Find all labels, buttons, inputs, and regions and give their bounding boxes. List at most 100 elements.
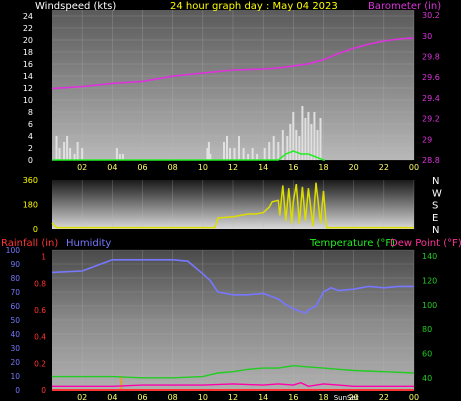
humidity-y-tick: 40	[10, 330, 20, 339]
wind-y-tick: 12	[23, 84, 33, 93]
humidity-x-tick: 14	[258, 393, 268, 401]
compass-label: N	[432, 225, 439, 236]
windspeed-bar	[58, 148, 61, 160]
weather-graph-page: Windspeed (kts) 24 hour graph day : May …	[0, 0, 461, 401]
compass-label: N	[432, 176, 439, 187]
compass-label: E	[432, 213, 438, 224]
windspeed-bar	[115, 148, 118, 160]
wind-y-tick: 18	[23, 48, 33, 57]
humidity-x-tick: 10	[198, 393, 208, 401]
humidity-legend: Humidity	[66, 238, 111, 249]
humidity-y-tick: 0	[15, 386, 20, 395]
wind-y-tick: 2	[28, 144, 33, 153]
humidity-y-tick: 80	[10, 274, 20, 283]
barometer-y-tick: 29	[422, 135, 432, 144]
windspeed-bar	[313, 112, 316, 160]
humidity-x-tick: 16	[288, 393, 298, 401]
humidity-x-tick: 02	[77, 393, 87, 401]
windspeed-bar	[307, 112, 310, 160]
windspeed-bar	[233, 148, 236, 160]
windspeed-bar	[63, 142, 66, 160]
windspeed-bar	[81, 148, 84, 160]
humidity-y-tick: 30	[10, 344, 20, 353]
wind-y-tick: 6	[28, 120, 33, 129]
wind-x-tick: 08	[168, 163, 178, 172]
rainfall-y-tick: 0.6	[34, 306, 46, 315]
graph-title: 24 hour graph day : May 04 2023	[170, 1, 338, 12]
compass-label: W	[432, 188, 442, 199]
wind-y-tick: 8	[28, 108, 33, 117]
rainfall-y-tick: 1	[41, 253, 46, 262]
humidity-y-tick: 10	[10, 372, 20, 381]
sunset-label: SunSet	[334, 394, 359, 401]
humidity-y-tick: 90	[10, 260, 20, 269]
humidity-x-tick: 08	[168, 393, 178, 401]
temperature-y-tick: 100	[422, 301, 437, 310]
wind-x-tick: 02	[77, 163, 87, 172]
windspeed-bar	[272, 136, 275, 160]
windspeed-bar	[66, 136, 69, 160]
wind-x-tick: 12	[228, 163, 238, 172]
humidity-y-tick: 50	[10, 316, 20, 325]
barometer-y-tick: 29.2	[422, 115, 440, 124]
windspeed-bar	[121, 154, 124, 160]
windspeed-bar	[76, 142, 79, 160]
wind-x-tick: 04	[107, 163, 117, 172]
windspeed-bar	[301, 106, 304, 160]
wind-x-tick: 16	[288, 163, 298, 172]
windspeed-bar	[277, 142, 280, 160]
humidity-x-tick: 00	[409, 393, 419, 401]
windspeed-bar	[298, 136, 301, 160]
wind-x-tick: 14	[258, 163, 268, 172]
wind-y-tick: 22	[23, 24, 33, 33]
wind-x-tick: 22	[379, 163, 389, 172]
windspeed-bar	[263, 148, 266, 160]
humidity-x-tick: 18	[318, 393, 328, 401]
wind-y-tick: 0	[28, 156, 33, 165]
wind-x-tick: 10	[198, 163, 208, 172]
weather-graph-svg: Windspeed (kts) 24 hour graph day : May …	[1, 1, 461, 401]
humidity-x-tick: 04	[107, 393, 117, 401]
temperature-y-tick: 60	[422, 349, 432, 358]
wind-y-tick: 24	[23, 12, 33, 21]
wind-y-tick: 4	[28, 132, 33, 141]
humidity-x-tick: 06	[137, 393, 147, 401]
barometer-y-tick: 29.4	[422, 94, 440, 103]
windspeed-bar	[319, 118, 322, 160]
windspeed-bar	[289, 124, 292, 160]
humidity-x-tick: 12	[228, 393, 238, 401]
windspeed-bar	[238, 136, 240, 160]
windspeed-bar	[223, 142, 225, 160]
windspeed-bar	[247, 154, 250, 160]
rainfall-y-tick: 0.4	[34, 333, 46, 342]
wind-x-tick: 20	[349, 163, 359, 172]
windspeed-bar	[242, 148, 245, 160]
wind-y-tick: 10	[23, 96, 33, 105]
humidity-y-tick: 100	[6, 246, 21, 255]
windspeed-bar	[229, 148, 231, 160]
dewpoint-legend: Dew Point (°F)	[390, 238, 461, 249]
windspeed-bar	[55, 136, 58, 160]
temperature-y-tick: 120	[422, 276, 437, 285]
humidity-x-tick: 22	[379, 393, 389, 401]
windspeed-bar	[292, 112, 295, 160]
temperature-legend: Temperature (°F)	[309, 238, 395, 249]
barometer-y-tick: 29.6	[422, 73, 440, 82]
windspeed-bar	[295, 130, 298, 160]
wind-y-tick: 20	[23, 36, 33, 45]
wind-y-tick: 14	[23, 72, 33, 81]
barometer-y-tick: 28.8	[422, 156, 440, 165]
barometer-y-tick: 30.2	[422, 11, 440, 20]
windspeed-bar	[256, 154, 259, 160]
compass-label: S	[432, 201, 438, 212]
direction-y-tick: 180	[23, 201, 38, 210]
windspeed-bar	[268, 142, 271, 160]
windspeed-bar	[286, 136, 289, 160]
temperature-y-tick: 80	[422, 325, 432, 334]
barometer-y-tick: 29.8	[422, 53, 440, 62]
humidity-y-tick: 70	[10, 288, 20, 297]
direction-y-tick: 0	[33, 225, 38, 234]
wind-x-tick: 06	[137, 163, 147, 172]
humidity-y-tick: 60	[10, 302, 20, 311]
barometer-y-tick: 30	[422, 32, 432, 41]
